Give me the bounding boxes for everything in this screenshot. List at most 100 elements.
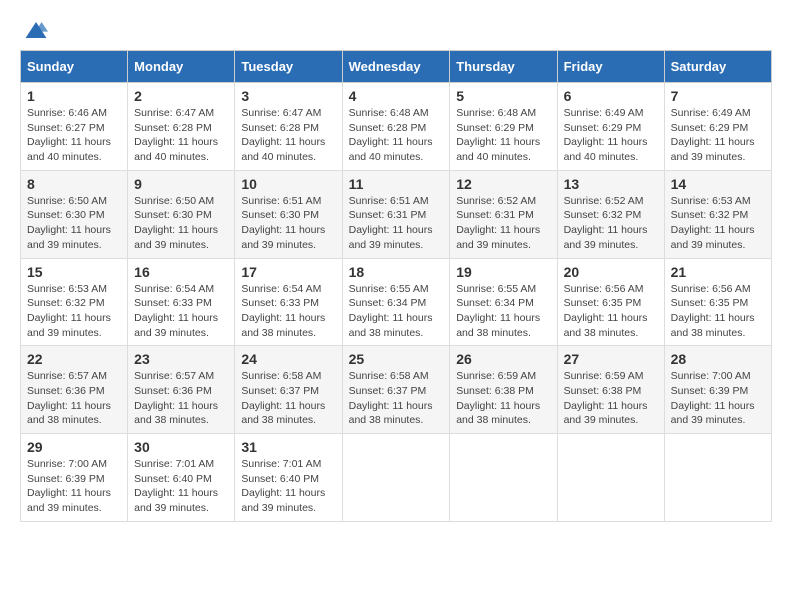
column-header-wednesday: Wednesday [342,51,450,83]
day-info: Sunrise: 6:58 AM Sunset: 6:37 PM Dayligh… [349,369,444,428]
day-info: Sunrise: 6:50 AM Sunset: 6:30 PM Dayligh… [27,194,121,253]
day-info: Sunrise: 7:00 AM Sunset: 6:39 PM Dayligh… [671,369,765,428]
calendar-cell: 9 Sunrise: 6:50 AM Sunset: 6:30 PM Dayli… [128,170,235,258]
column-header-tuesday: Tuesday [235,51,342,83]
calendar-cell: 29 Sunrise: 7:00 AM Sunset: 6:39 PM Dayl… [21,434,128,522]
calendar-cell [664,434,771,522]
calendar-cell [557,434,664,522]
day-number: 29 [27,439,121,455]
day-info: Sunrise: 6:47 AM Sunset: 6:28 PM Dayligh… [134,106,228,165]
day-number: 14 [671,176,765,192]
column-header-friday: Friday [557,51,664,83]
calendar-cell: 13 Sunrise: 6:52 AM Sunset: 6:32 PM Dayl… [557,170,664,258]
day-number: 8 [27,176,121,192]
day-number: 3 [241,88,335,104]
day-number: 2 [134,88,228,104]
calendar-cell: 22 Sunrise: 6:57 AM Sunset: 6:36 PM Dayl… [21,346,128,434]
calendar-cell: 8 Sunrise: 6:50 AM Sunset: 6:30 PM Dayli… [21,170,128,258]
calendar-cell: 12 Sunrise: 6:52 AM Sunset: 6:31 PM Dayl… [450,170,557,258]
day-number: 5 [456,88,550,104]
day-info: Sunrise: 6:56 AM Sunset: 6:35 PM Dayligh… [671,282,765,341]
calendar-cell: 3 Sunrise: 6:47 AM Sunset: 6:28 PM Dayli… [235,83,342,171]
day-info: Sunrise: 7:01 AM Sunset: 6:40 PM Dayligh… [241,457,335,516]
calendar-week-row: 29 Sunrise: 7:00 AM Sunset: 6:39 PM Dayl… [21,434,772,522]
calendar-cell: 4 Sunrise: 6:48 AM Sunset: 6:28 PM Dayli… [342,83,450,171]
day-info: Sunrise: 6:49 AM Sunset: 6:29 PM Dayligh… [671,106,765,165]
day-info: Sunrise: 6:47 AM Sunset: 6:28 PM Dayligh… [241,106,335,165]
calendar-cell: 21 Sunrise: 6:56 AM Sunset: 6:35 PM Dayl… [664,258,771,346]
calendar-cell [450,434,557,522]
calendar-cell: 18 Sunrise: 6:55 AM Sunset: 6:34 PM Dayl… [342,258,450,346]
calendar-week-row: 22 Sunrise: 6:57 AM Sunset: 6:36 PM Dayl… [21,346,772,434]
day-info: Sunrise: 6:57 AM Sunset: 6:36 PM Dayligh… [27,369,121,428]
day-number: 7 [671,88,765,104]
logo [20,20,48,40]
column-header-monday: Monday [128,51,235,83]
calendar-cell: 23 Sunrise: 6:57 AM Sunset: 6:36 PM Dayl… [128,346,235,434]
column-header-saturday: Saturday [664,51,771,83]
calendar-cell: 14 Sunrise: 6:53 AM Sunset: 6:32 PM Dayl… [664,170,771,258]
day-info: Sunrise: 6:57 AM Sunset: 6:36 PM Dayligh… [134,369,228,428]
calendar-cell: 20 Sunrise: 6:56 AM Sunset: 6:35 PM Dayl… [557,258,664,346]
calendar-cell [342,434,450,522]
day-number: 11 [349,176,444,192]
calendar-week-row: 15 Sunrise: 6:53 AM Sunset: 6:32 PM Dayl… [21,258,772,346]
calendar-cell: 5 Sunrise: 6:48 AM Sunset: 6:29 PM Dayli… [450,83,557,171]
day-number: 6 [564,88,658,104]
day-info: Sunrise: 6:49 AM Sunset: 6:29 PM Dayligh… [564,106,658,165]
day-info: Sunrise: 6:46 AM Sunset: 6:27 PM Dayligh… [27,106,121,165]
day-number: 27 [564,351,658,367]
day-number: 23 [134,351,228,367]
day-info: Sunrise: 7:01 AM Sunset: 6:40 PM Dayligh… [134,457,228,516]
day-info: Sunrise: 6:48 AM Sunset: 6:29 PM Dayligh… [456,106,550,165]
day-number: 28 [671,351,765,367]
day-info: Sunrise: 6:50 AM Sunset: 6:30 PM Dayligh… [134,194,228,253]
day-number: 12 [456,176,550,192]
calendar-week-row: 1 Sunrise: 6:46 AM Sunset: 6:27 PM Dayli… [21,83,772,171]
day-number: 16 [134,264,228,280]
day-number: 13 [564,176,658,192]
calendar-cell: 6 Sunrise: 6:49 AM Sunset: 6:29 PM Dayli… [557,83,664,171]
day-info: Sunrise: 6:59 AM Sunset: 6:38 PM Dayligh… [564,369,658,428]
day-number: 31 [241,439,335,455]
day-number: 22 [27,351,121,367]
day-number: 15 [27,264,121,280]
calendar-cell: 30 Sunrise: 7:01 AM Sunset: 6:40 PM Dayl… [128,434,235,522]
calendar-cell: 17 Sunrise: 6:54 AM Sunset: 6:33 PM Dayl… [235,258,342,346]
calendar-cell: 25 Sunrise: 6:58 AM Sunset: 6:37 PM Dayl… [342,346,450,434]
logo-icon [24,20,48,40]
calendar-cell: 27 Sunrise: 6:59 AM Sunset: 6:38 PM Dayl… [557,346,664,434]
day-info: Sunrise: 6:55 AM Sunset: 6:34 PM Dayligh… [349,282,444,341]
page-header [20,20,772,40]
day-info: Sunrise: 6:58 AM Sunset: 6:37 PM Dayligh… [241,369,335,428]
calendar-cell: 2 Sunrise: 6:47 AM Sunset: 6:28 PM Dayli… [128,83,235,171]
calendar-cell: 31 Sunrise: 7:01 AM Sunset: 6:40 PM Dayl… [235,434,342,522]
calendar-table: SundayMondayTuesdayWednesdayThursdayFrid… [20,50,772,522]
calendar-cell: 15 Sunrise: 6:53 AM Sunset: 6:32 PM Dayl… [21,258,128,346]
calendar-cell: 19 Sunrise: 6:55 AM Sunset: 6:34 PM Dayl… [450,258,557,346]
calendar-cell: 11 Sunrise: 6:51 AM Sunset: 6:31 PM Dayl… [342,170,450,258]
day-info: Sunrise: 6:54 AM Sunset: 6:33 PM Dayligh… [134,282,228,341]
calendar-cell: 28 Sunrise: 7:00 AM Sunset: 6:39 PM Dayl… [664,346,771,434]
calendar-cell: 10 Sunrise: 6:51 AM Sunset: 6:30 PM Dayl… [235,170,342,258]
day-number: 17 [241,264,335,280]
day-number: 18 [349,264,444,280]
day-info: Sunrise: 6:55 AM Sunset: 6:34 PM Dayligh… [456,282,550,341]
day-info: Sunrise: 6:52 AM Sunset: 6:32 PM Dayligh… [564,194,658,253]
day-number: 1 [27,88,121,104]
day-number: 20 [564,264,658,280]
calendar-cell: 7 Sunrise: 6:49 AM Sunset: 6:29 PM Dayli… [664,83,771,171]
day-number: 10 [241,176,335,192]
day-info: Sunrise: 6:51 AM Sunset: 6:31 PM Dayligh… [349,194,444,253]
calendar-header-row: SundayMondayTuesdayWednesdayThursdayFrid… [21,51,772,83]
day-number: 4 [349,88,444,104]
calendar-week-row: 8 Sunrise: 6:50 AM Sunset: 6:30 PM Dayli… [21,170,772,258]
day-number: 24 [241,351,335,367]
day-number: 30 [134,439,228,455]
day-number: 25 [349,351,444,367]
day-info: Sunrise: 6:56 AM Sunset: 6:35 PM Dayligh… [564,282,658,341]
day-info: Sunrise: 6:52 AM Sunset: 6:31 PM Dayligh… [456,194,550,253]
day-number: 19 [456,264,550,280]
day-info: Sunrise: 6:51 AM Sunset: 6:30 PM Dayligh… [241,194,335,253]
calendar-cell: 16 Sunrise: 6:54 AM Sunset: 6:33 PM Dayl… [128,258,235,346]
